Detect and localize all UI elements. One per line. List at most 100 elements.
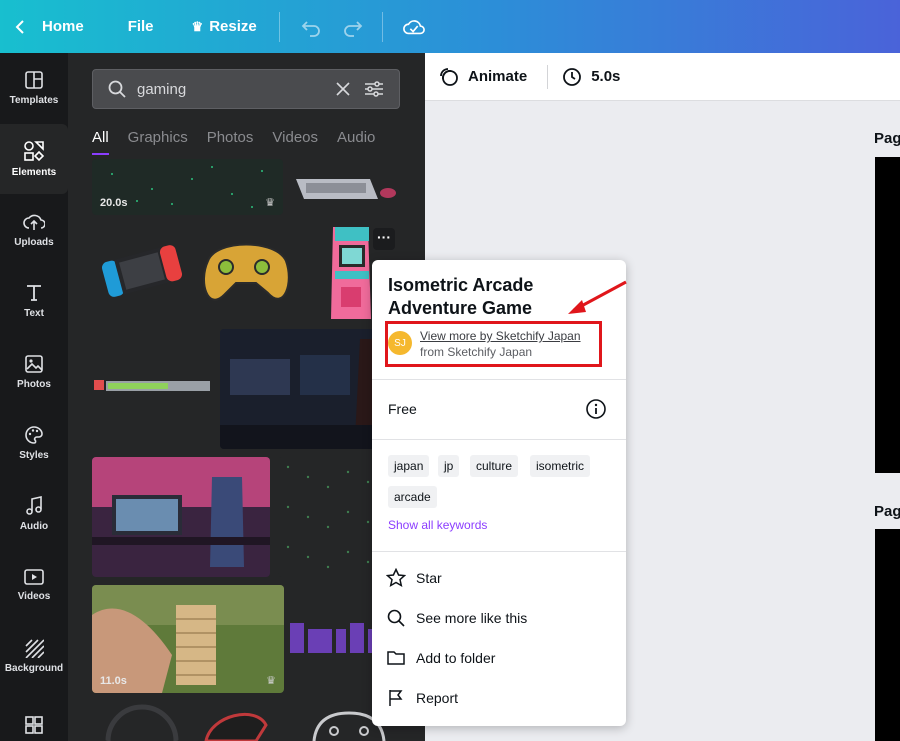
handheld-console-image bbox=[101, 245, 183, 297]
keyboard-image bbox=[296, 179, 396, 199]
highlight-box bbox=[385, 321, 602, 367]
add-to-folder-menu-item[interactable]: Add to folder bbox=[386, 648, 495, 668]
toolbar-divider bbox=[547, 64, 549, 89]
music-note-icon bbox=[26, 496, 42, 515]
keyboard-graphic[interactable] bbox=[290, 159, 402, 215]
animate-button[interactable]: Animate bbox=[439, 67, 527, 87]
palette-icon bbox=[25, 426, 43, 444]
duration-button[interactable]: 5.0s bbox=[562, 67, 620, 87]
grid-icon bbox=[25, 715, 43, 734]
animate-icon bbox=[440, 67, 458, 86]
filter-tabs: All Graphics Photos Videos Audio bbox=[92, 129, 394, 155]
rail-label: Uploads bbox=[14, 237, 54, 248]
video-thumbnail[interactable]: 11.0s ♛ bbox=[92, 585, 284, 693]
resize-button[interactable]: ♛ Resize bbox=[192, 0, 257, 53]
home-label: Home bbox=[42, 18, 84, 35]
keyword-tag[interactable]: culture bbox=[470, 455, 519, 477]
video-icon bbox=[24, 569, 44, 585]
tab-all[interactable]: All bbox=[92, 129, 109, 155]
photo-icon bbox=[25, 355, 43, 373]
text-icon bbox=[27, 285, 41, 301]
page-canvas[interactable] bbox=[875, 529, 900, 741]
show-all-keywords-link[interactable]: Show all keywords bbox=[388, 518, 487, 532]
rail-label: Styles bbox=[19, 450, 49, 461]
more-options-button[interactable]: ··· bbox=[373, 228, 395, 250]
page-canvas[interactable] bbox=[875, 157, 900, 473]
search-input[interactable] bbox=[137, 80, 327, 98]
emblem-graphic[interactable] bbox=[196, 705, 276, 741]
rail-item-photos[interactable]: Photos bbox=[0, 337, 68, 407]
keyword-tag[interactable]: japan bbox=[388, 455, 430, 477]
folder-icon bbox=[387, 651, 405, 665]
rail-item-styles[interactable]: Styles bbox=[0, 408, 68, 478]
cloud-upload-icon bbox=[23, 214, 45, 230]
file-label: File bbox=[127, 18, 154, 35]
save-status-button[interactable] bbox=[402, 16, 425, 38]
premium-crown-icon: ♛ bbox=[266, 675, 276, 687]
home-button[interactable]: Home bbox=[14, 0, 84, 53]
rail-label: Audio bbox=[19, 521, 49, 532]
rail-item-apps[interactable] bbox=[0, 692, 68, 741]
gamepad-image bbox=[203, 243, 290, 301]
tab-photos[interactable]: Photos bbox=[207, 129, 254, 155]
annotation-arrow-icon bbox=[568, 280, 627, 314]
rail-item-audio[interactable]: Audio bbox=[0, 479, 68, 549]
rail-label: Elements bbox=[11, 167, 57, 178]
rail-label: Background bbox=[4, 663, 64, 674]
gaming-desk-photo[interactable] bbox=[92, 457, 270, 577]
search-box bbox=[92, 69, 400, 109]
redo-button[interactable] bbox=[342, 16, 364, 38]
clock-icon bbox=[563, 67, 582, 86]
editor-toolbar: Animate 5.0s bbox=[425, 53, 900, 101]
rail-label: Videos bbox=[17, 591, 51, 602]
tab-audio[interactable]: Audio bbox=[337, 129, 375, 155]
rail-item-elements[interactable]: Elements bbox=[0, 124, 68, 194]
undo-button[interactable] bbox=[300, 16, 322, 38]
redo-icon bbox=[343, 20, 362, 37]
rail-item-text[interactable]: Text bbox=[0, 266, 68, 336]
menu-label: See more like this bbox=[416, 610, 528, 626]
rail-item-uploads[interactable]: Uploads bbox=[0, 195, 68, 265]
dot-matrix-image bbox=[286, 465, 370, 569]
health-bar-graphic[interactable] bbox=[92, 343, 214, 433]
filter-icon[interactable] bbox=[363, 79, 385, 99]
flag-icon bbox=[389, 690, 403, 706]
tab-graphics[interactable]: Graphics bbox=[128, 129, 188, 155]
search-icon bbox=[108, 80, 126, 98]
file-menu-button[interactable]: File bbox=[128, 0, 154, 53]
crown-icon: ♛ bbox=[191, 18, 204, 34]
templates-icon bbox=[25, 71, 43, 89]
left-rail: Templates Elements Uploads Text Photos S… bbox=[0, 53, 68, 741]
search-icon bbox=[387, 609, 405, 627]
ring-graphic[interactable] bbox=[104, 701, 180, 741]
video-thumbnail[interactable]: 20.0s ♛ bbox=[92, 159, 283, 215]
see-more-menu-item[interactable]: See more like this bbox=[386, 608, 527, 628]
tab-videos[interactable]: Videos bbox=[272, 129, 318, 155]
keyword-tag[interactable]: isometric bbox=[530, 455, 591, 477]
report-menu-item[interactable]: Report bbox=[386, 688, 458, 708]
price-label: Free bbox=[388, 401, 417, 417]
star-menu-item[interactable]: Star bbox=[386, 568, 442, 588]
keyword-tag[interactable]: arcade bbox=[388, 486, 437, 508]
clear-search-icon[interactable] bbox=[335, 81, 351, 97]
gamepad-graphic[interactable] bbox=[196, 231, 296, 315]
menu-label: Report bbox=[416, 690, 459, 706]
keyword-tag[interactable]: jp bbox=[438, 455, 460, 477]
chevron-left-icon bbox=[15, 19, 24, 34]
rail-item-background[interactable]: Background bbox=[0, 621, 68, 691]
duration-badge: 11.0s bbox=[100, 675, 127, 687]
rail-item-templates[interactable]: Templates bbox=[0, 53, 68, 123]
stripes-icon bbox=[25, 639, 44, 658]
dots-graphic[interactable] bbox=[278, 457, 376, 577]
rail-label: Photos bbox=[17, 379, 51, 390]
elements-icon bbox=[24, 141, 45, 162]
rail-item-videos[interactable]: Videos bbox=[0, 550, 68, 620]
info-icon[interactable] bbox=[585, 398, 607, 420]
toolbar-divider bbox=[381, 11, 383, 42]
rail-label: Templates bbox=[9, 95, 59, 106]
duration-badge: 20.0s bbox=[100, 197, 128, 209]
ring-image bbox=[105, 704, 179, 741]
page-label: Pag bbox=[874, 130, 900, 147]
console-graphic[interactable] bbox=[92, 231, 192, 311]
rail-label: Text bbox=[24, 308, 44, 319]
